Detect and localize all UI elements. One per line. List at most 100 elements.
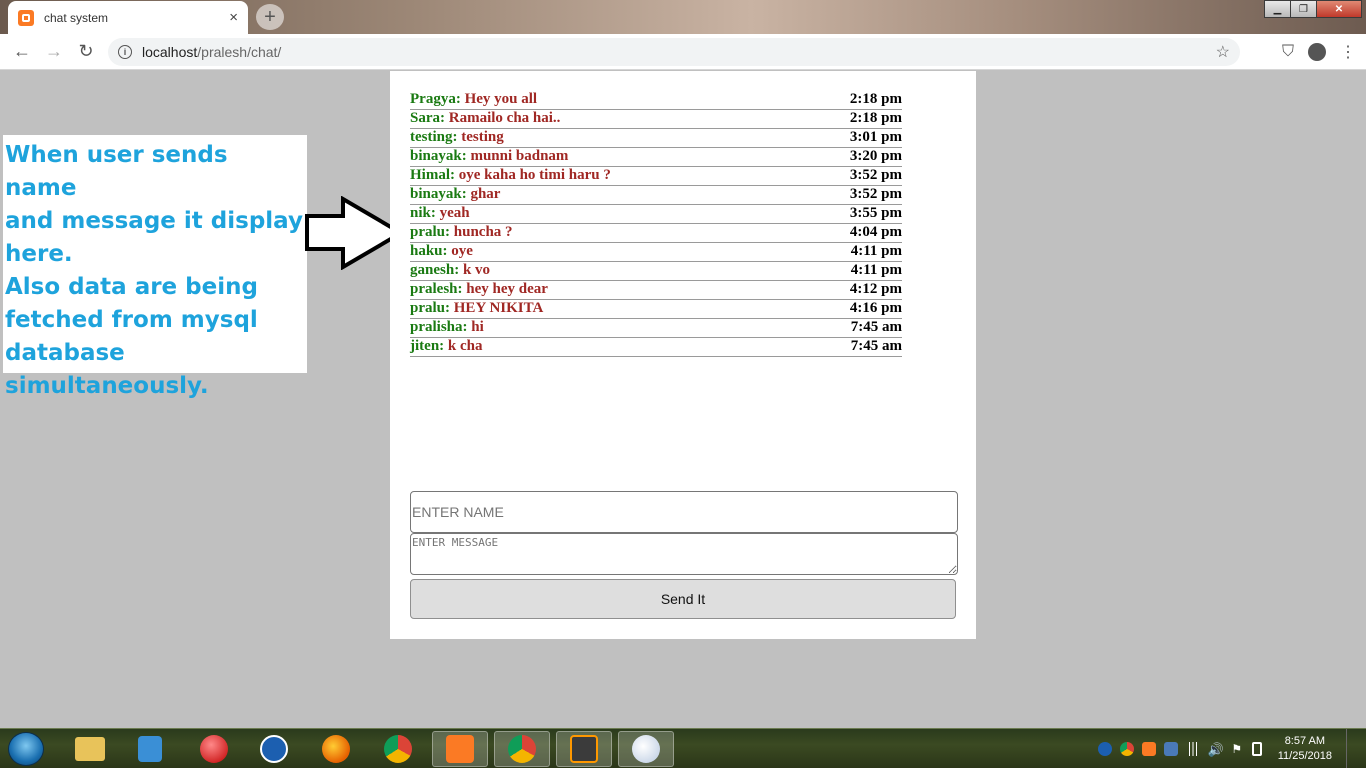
start-button-icon[interactable] [8,732,44,766]
chrome-icon[interactable] [370,731,426,767]
battery-icon[interactable] [1251,742,1262,756]
message-content: binayak: munni badnam [410,148,568,165]
windows-taskbar: 🔊 ⚑ 8:57 AM 11/25/2018 [0,728,1366,768]
message-text: testing [461,129,504,145]
message-time: 7:45 am [850,338,902,354]
message-separator: : [440,110,449,126]
bookmark-star-icon[interactable]: ☆ [1216,42,1230,62]
message-separator: : [454,262,463,278]
message-time: 2:18 pm [849,110,902,126]
explorer-icon[interactable] [62,731,118,767]
site-info-icon[interactable]: i [118,45,132,59]
xampp-favicon-icon [18,9,34,26]
message-row: pralesh: hey hey dear 4:12 pm [410,281,902,300]
message-text: hey hey dear [466,281,548,297]
xampp-tray-icon[interactable] [1141,742,1156,756]
message-time: 4:11 pm [850,262,902,278]
message-time: 3:52 pm [849,167,902,183]
message-content: pralesh: hey hey dear [410,281,548,298]
message-time: 7:45 am [850,319,902,335]
message-input[interactable] [410,533,958,575]
message-separator: : [450,167,459,183]
message-sender: binayak [410,148,462,164]
clock-date: 11/25/2018 [1277,750,1332,762]
network-manager-tray-icon[interactable] [1163,742,1178,756]
message-content: ganesh: k vo [410,262,490,279]
new-tab-button[interactable]: + [256,4,284,30]
message-row: ganesh: k vo 4:11 pm [410,262,902,281]
chrome-tray-icon[interactable] [1119,742,1134,756]
message-row: pralisha: hi 7:45 am [410,319,902,338]
show-desktop-button[interactable] [1346,729,1358,768]
signal-bars-icon[interactable] [1185,742,1200,756]
message-sender: Sara [410,110,440,126]
volume-icon[interactable]: 🔊 [1208,742,1224,757]
message-row: pralu: huncha ? 4:04 pm [410,224,902,243]
message-time: 3:01 pm [849,129,902,145]
message-text: huncha ? [453,224,513,240]
message-separator: : [445,300,454,316]
ccleaner-icon[interactable] [246,731,302,767]
message-sender: Pragya [410,91,456,107]
minimize-button[interactable]: ▁ [1264,0,1291,18]
message-content: Sara: Ramailo cha hai.. [410,110,560,127]
message-time: 4:11 pm [850,243,902,259]
window-close-button[interactable]: ✕ [1316,0,1362,18]
message-sender: Himal [410,167,450,183]
message-text: k vo [462,262,491,278]
message-separator: : [452,129,462,145]
chrome-active-icon[interactable] [494,731,550,767]
message-time: 4:12 pm [849,281,902,297]
message-text: yeah [439,205,470,221]
maximize-button[interactable]: ❐ [1290,0,1317,18]
message-separator: : [442,243,452,259]
extension-shield-icon[interactable]: ⛉ [1282,43,1294,61]
message-text: Ramailo cha hai.. [448,110,561,126]
message-separator: : [439,338,448,354]
message-time: 4:16 pm [849,300,902,316]
browser-tab[interactable]: chat system × [8,1,248,34]
tab-title: chat system [44,10,109,25]
back-arrow-icon[interactable]: ← [6,36,38,68]
message-time: 2:18 pm [849,91,902,107]
system-tray: 🔊 ⚑ 8:57 AM 11/25/2018 [1097,729,1358,768]
message-separator: : [455,91,465,107]
address-bar[interactable]: i localhost/pralesh/chat/ ☆ [108,38,1240,66]
message-content: nik: yeah [410,205,470,222]
message-row: jiten: k cha 7:45 am [410,338,902,357]
send-button[interactable]: Send It [410,579,956,619]
url-host: localhost [142,44,198,60]
message-content: pralu: huncha ? [410,224,513,241]
message-sender: pralu [410,224,446,240]
firefox-icon[interactable] [308,731,364,767]
chat-panel: Pragya: Hey you all 2:18 pm Sara: Ramailo … [390,71,976,639]
message-row: testing: testing 3:01 pm [410,129,902,148]
message-time: 4:04 pm [849,224,902,240]
message-row: Sara: Ramailo cha hai.. 2:18 pm [410,110,902,129]
xampp-taskbar-icon[interactable] [432,731,488,767]
message-sender: ganesh [410,262,455,278]
tab-close-icon[interactable]: × [229,10,238,25]
message-time: 3:20 pm [849,148,902,164]
sublime-text-icon[interactable] [556,731,612,767]
media-red-icon[interactable] [186,731,242,767]
message-time: 3:52 pm [849,186,902,202]
message-content: pralu: HEY NIKITA [410,300,543,317]
reload-icon[interactable]: ↻ [70,36,102,68]
message-text: Hey you all [464,91,538,107]
profile-avatar-icon[interactable] [1308,43,1326,61]
message-sender: nik [410,205,431,221]
forward-arrow-icon[interactable]: → [38,36,70,68]
media-player-icon[interactable] [122,731,178,767]
taskbar-clock[interactable]: 8:57 AM 11/25/2018 [1278,734,1332,764]
action-center-flag-icon[interactable]: ⚑ [1230,742,1244,756]
message-list: Pragya: Hey you all 2:18 pm Sara: Ramailo … [410,91,902,357]
name-input[interactable] [410,491,958,533]
menu-kebab-icon[interactable]: ⋮ [1340,42,1356,62]
ccleaner-tray-icon[interactable] [1097,742,1112,756]
message-content: Himal: oye kaha ho timi haru ? [410,167,611,184]
message-separator: : [457,281,467,297]
paint-icon[interactable] [618,731,674,767]
message-row: binayak: ghar 3:52 pm [410,186,902,205]
toolbar-right-icons: ⛉ ⋮ [1282,38,1356,66]
